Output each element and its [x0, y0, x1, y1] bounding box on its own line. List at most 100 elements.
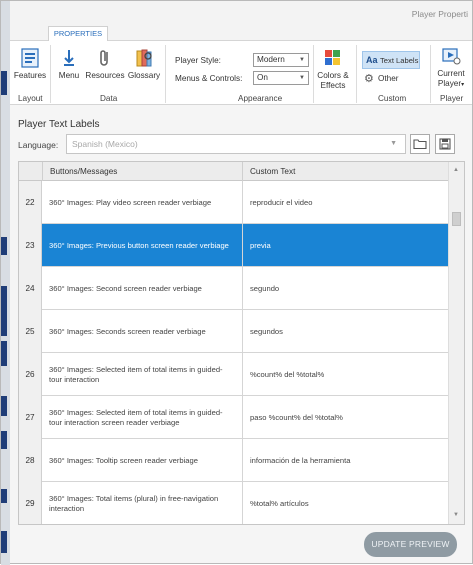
- paperclip-icon: [84, 47, 126, 69]
- table-row[interactable]: 29 360° Images: Total items (plural) in f…: [19, 482, 449, 524]
- colors-effects-label: Colors &: [317, 71, 349, 80]
- row-number-header: [19, 162, 42, 181]
- resources-button[interactable]: Resources: [84, 47, 126, 81]
- save-button[interactable]: [435, 134, 455, 154]
- player-group-label: Player: [440, 94, 464, 103]
- data-group-label: Data: [100, 94, 118, 103]
- update-preview-button[interactable]: UPDATE PREVIEW: [364, 532, 457, 557]
- open-folder-button[interactable]: [410, 134, 430, 154]
- row-number: 23: [19, 224, 42, 267]
- features-button[interactable]: Features: [12, 47, 48, 81]
- current-player-button[interactable]: Current Player▾: [432, 45, 470, 90]
- custom-text-cell[interactable]: paso %count% del %total%: [242, 396, 449, 439]
- custom-text-cell[interactable]: %total% artículos: [242, 482, 449, 524]
- table-row[interactable]: 23 360° Images: Previous button screen re…: [19, 224, 449, 267]
- message-cell: 360° Images: Seconds screen reader verbi…: [49, 326, 206, 336]
- current-player-label-2: Player: [437, 79, 462, 88]
- current-player-label: Current: [437, 69, 465, 78]
- gear-icon: ⚙: [364, 73, 374, 85]
- features-label: Features: [13, 71, 47, 80]
- colors-effects-button[interactable]: Colors & Effects: [314, 47, 352, 91]
- message-cell: 360° Images: Previous button screen read…: [49, 240, 229, 250]
- text-labels-grid: Buttons/Messages Custom Text 22 360° Imag…: [18, 161, 465, 525]
- table-row[interactable]: 25 360° Images: Seconds screen reader ver…: [19, 310, 449, 353]
- ribbon-tab-row: PROPERTIES: [10, 24, 472, 42]
- text-labels-label: Text Labels: [380, 56, 419, 65]
- layout-group-label: Layout: [18, 94, 43, 103]
- background-window-edge: [1, 1, 10, 565]
- language-select[interactable]: Spanish (Mexico) ▼: [66, 134, 406, 154]
- table-row[interactable]: 24 360° Images: Second screen reader verb…: [19, 267, 449, 310]
- chevron-down-icon: ▼: [390, 140, 397, 147]
- table-row[interactable]: 22 360° Images: Play video screen reader …: [19, 181, 449, 224]
- player-style-select[interactable]: Modern ▼: [253, 53, 309, 67]
- menus-controls-value: On: [257, 73, 268, 82]
- panel-title: Player Text Labels: [18, 119, 100, 130]
- glossary-icon: [126, 47, 162, 69]
- custom-text-cell[interactable]: %count% del %total%: [242, 353, 449, 396]
- message-cell: 360° Images: Play video screen reader ve…: [49, 197, 212, 207]
- player-style-value: Modern: [257, 55, 285, 64]
- group-divider: [165, 45, 166, 103]
- menu-label: Menu: [58, 71, 80, 80]
- text-labels-button[interactable]: Aa Text Labels: [362, 51, 420, 69]
- table-row[interactable]: 26 360° Images: Selected item of total it…: [19, 353, 449, 396]
- group-divider: [356, 45, 357, 103]
- glossary-button[interactable]: Glossary: [126, 47, 162, 81]
- other-label: Other: [378, 74, 399, 83]
- message-cell: 360° Images: Second screen reader verbia…: [49, 283, 202, 293]
- glossary-label: Glossary: [127, 71, 161, 80]
- row-number: 22: [19, 181, 42, 224]
- player-properties-window: Player Properti PROPERTIES Features Layo…: [0, 0, 473, 565]
- window-title: Player Properti: [411, 9, 468, 19]
- custom-group-label: Custom: [378, 94, 407, 103]
- row-number: 28: [19, 439, 42, 482]
- text-labels-icon: Aa: [366, 55, 378, 65]
- message-cell: 360° Images: Tooltip screen reader verbi…: [49, 455, 198, 465]
- message-cell: 360° Images: Selected item of total item…: [49, 407, 223, 427]
- table-row[interactable]: 28 360° Images: Tooltip screen reader ver…: [19, 439, 449, 482]
- scroll-thumb[interactable]: [452, 212, 461, 226]
- custom-text-cell[interactable]: segundo: [242, 267, 449, 310]
- custom-text-cell[interactable]: previa: [242, 224, 449, 267]
- colors-effects-label-2: Effects: [320, 81, 346, 90]
- features-icon: [12, 47, 48, 69]
- custom-text-cell[interactable]: segundos: [242, 310, 449, 353]
- scroll-up-icon[interactable]: ▲: [453, 167, 459, 173]
- folder-icon: [413, 139, 427, 150]
- row-number: 27: [19, 396, 42, 439]
- custom-text-cell[interactable]: información de la herramienta: [242, 439, 449, 482]
- other-button[interactable]: ⚙ Other: [364, 72, 414, 86]
- column-header-messages[interactable]: Buttons/Messages: [42, 162, 242, 181]
- table-row[interactable]: 27 360° Images: Selected item of total it…: [19, 396, 449, 439]
- message-cell: 360° Images: Total items (plural) in fre…: [49, 493, 219, 513]
- column-header-custom-text[interactable]: Custom Text: [242, 162, 449, 181]
- palette-icon: [314, 47, 352, 69]
- chevron-down-icon: ▼: [299, 75, 305, 81]
- resources-label: Resources: [85, 71, 125, 80]
- player-style-label: Player Style:: [175, 56, 221, 65]
- group-divider: [430, 45, 431, 103]
- custom-text-cell[interactable]: reproducir el video: [242, 181, 449, 224]
- menus-controls-select[interactable]: On ▼: [253, 71, 309, 85]
- grid-rows: 22 360° Images: Play video screen reader …: [19, 181, 449, 524]
- row-number: 26: [19, 353, 42, 396]
- grid-header: Buttons/Messages Custom Text: [19, 162, 449, 181]
- text-labels-panel: Player Text Labels Language: Spanish (Me…: [10, 105, 472, 563]
- row-number: 29: [19, 482, 42, 524]
- vertical-scrollbar[interactable]: ▲ ▼: [448, 162, 464, 524]
- chevron-down-icon: ▼: [299, 57, 305, 63]
- menu-icon: [54, 47, 84, 69]
- ribbon: Features Layout Menu Resources Glossary …: [10, 41, 472, 105]
- language-label: Language:: [18, 140, 59, 150]
- tab-properties[interactable]: PROPERTIES: [48, 26, 108, 42]
- group-divider: [50, 45, 51, 103]
- menus-controls-label: Menus & Controls:: [175, 74, 243, 83]
- scroll-down-icon[interactable]: ▼: [453, 512, 459, 518]
- player-icon: [432, 45, 470, 67]
- menu-button[interactable]: Menu: [54, 47, 84, 81]
- appearance-group-label: Appearance: [238, 94, 283, 103]
- row-number: 25: [19, 310, 42, 353]
- title-bar[interactable]: Player Properti: [10, 1, 472, 24]
- save-icon: [439, 138, 451, 150]
